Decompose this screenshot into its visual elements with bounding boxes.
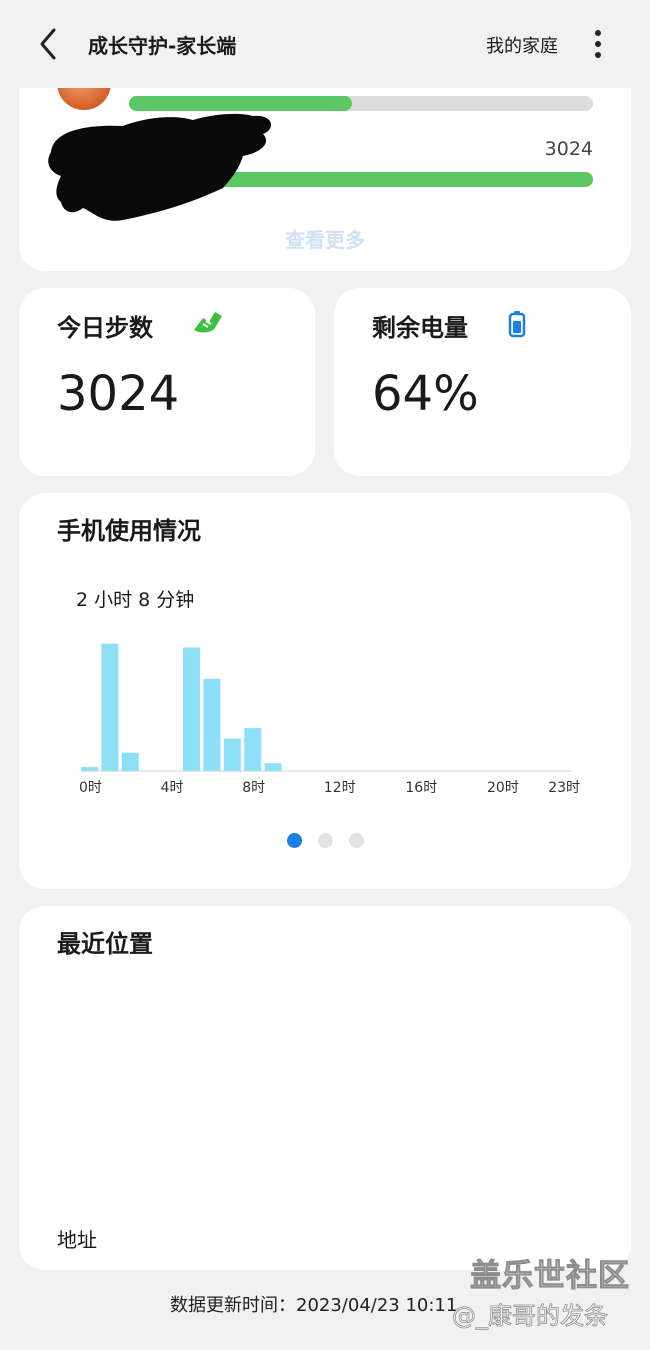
usage-bar-hour-2[interactable] — [121, 752, 139, 771]
running-shoe-icon — [194, 312, 222, 333]
usage-bar-hour-8[interactable] — [244, 728, 262, 771]
data-updated-time: 数据更新时间：2023/04/23 10:11 — [170, 1295, 458, 1316]
progress-value-2: 3024 — [544, 138, 593, 160]
page-dot-2[interactable] — [317, 833, 333, 848]
page-dot-3[interactable] — [348, 833, 364, 848]
battery-icon — [508, 311, 526, 338]
progress-bar-1 — [129, 96, 593, 111]
usage-bar-hour-1[interactable] — [101, 643, 119, 771]
battery-value: 64% — [372, 366, 479, 422]
usage-bar-chart: 0时 4时 8时 12时 16时 20时 23时 — [79, 643, 580, 796]
x-tick-label: 16时 — [405, 780, 437, 796]
phone-usage-card: 手机使用情况 2 小时 8 分钟 0时 4时 8时 12时 16时 20时 23时 — [19, 493, 631, 889]
page-title: 成长守护-家长端 — [88, 34, 237, 58]
redaction-scribble — [48, 113, 272, 221]
address-label: 地址 — [57, 1228, 97, 1252]
more-menu-button[interactable] — [585, 28, 611, 60]
battery-label: 剩余电量 — [372, 314, 468, 342]
see-more-link[interactable]: 查看更多 — [19, 224, 631, 253]
watermark-author: @_康哥的发条 — [452, 1302, 609, 1331]
page-indicator — [19, 833, 631, 852]
progress-fill-1 — [129, 96, 352, 111]
my-family-link[interactable]: 我的家庭 — [486, 32, 558, 58]
steps-card[interactable]: 今日步数 3024 — [19, 288, 315, 476]
x-tick-label: 12时 — [324, 780, 356, 796]
x-tick-label: 4时 — [161, 780, 184, 796]
more-vertical-icon — [595, 30, 601, 58]
usage-bar-hour-0[interactable] — [81, 767, 98, 771]
x-tick-label: 20时 — [487, 780, 519, 796]
watermark-community: 盖乐世社区 — [470, 1258, 630, 1295]
back-button[interactable] — [34, 26, 64, 62]
x-tick-label: 8时 — [242, 780, 265, 796]
usage-bar-hour-6[interactable] — [203, 678, 221, 771]
x-tick-label: 0时 — [79, 780, 102, 796]
location-card[interactable]: 最近位置 地址 — [19, 906, 631, 1270]
steps-value: 3024 — [57, 366, 180, 422]
location-title: 最近位置 — [57, 930, 153, 958]
usage-bar-hour-5[interactable] — [183, 647, 200, 772]
x-tick-label: 23时 — [548, 780, 580, 796]
summary-card: 3024 查看更多 — [19, 60, 631, 271]
usage-bar-hour-7[interactable] — [223, 738, 241, 772]
usage-bar-hour-9[interactable] — [264, 763, 282, 771]
page-dot-1[interactable] — [286, 833, 302, 848]
battery-card[interactable]: 剩余电量 64% — [334, 288, 631, 476]
app-header: 成长守护-家长端 我的家庭 — [0, 0, 650, 88]
steps-label: 今日步数 — [57, 314, 153, 342]
chevron-left-icon — [40, 28, 56, 60]
